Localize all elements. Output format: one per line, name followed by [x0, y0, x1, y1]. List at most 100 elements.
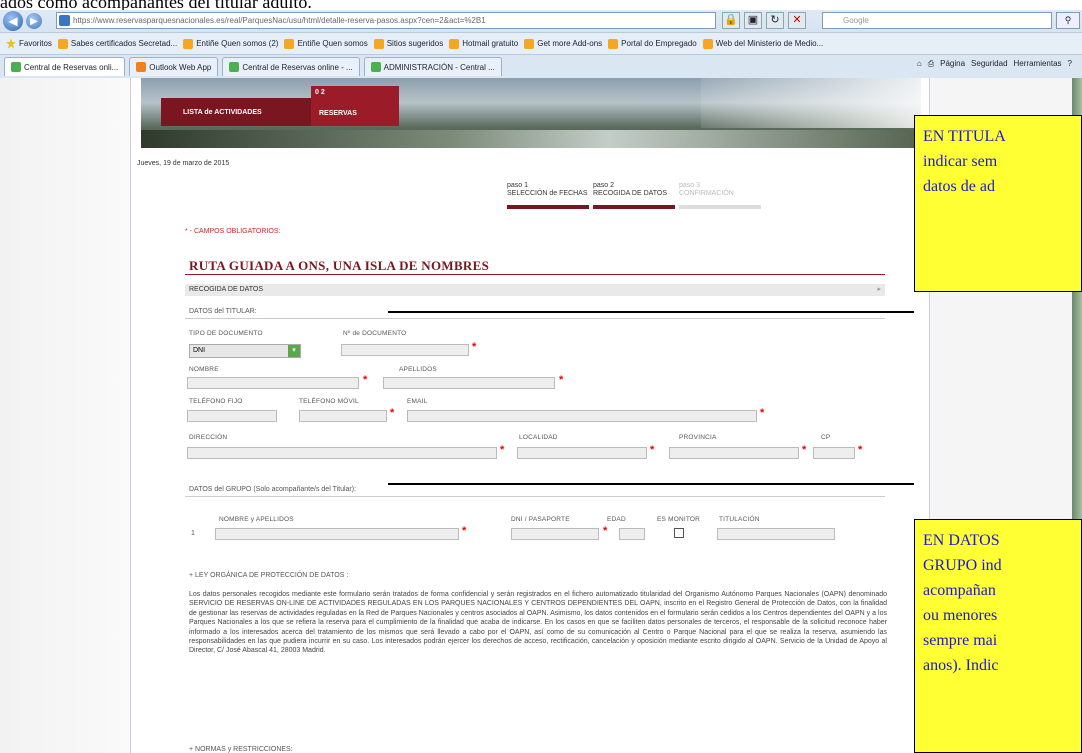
favorite-link[interactable]: Hotmail gratuito — [449, 38, 518, 49]
lock-icon[interactable]: 🔒 — [722, 12, 740, 29]
step-bar — [507, 205, 589, 209]
step-number: paso 1 — [507, 182, 529, 189]
annotation-arrow — [388, 311, 914, 313]
collapse-icon[interactable]: ▸ — [877, 284, 881, 296]
page-menu[interactable]: Página — [940, 59, 965, 69]
note-line: ou menores — [923, 607, 998, 624]
section-grupo: DATOS del GRUPO (Solo acompañante/s del … — [189, 486, 357, 493]
page-margin-left — [0, 78, 130, 753]
grupo-dni-input[interactable] — [511, 528, 599, 540]
tab-reservas-1[interactable]: Central de Reservas onli... — [4, 57, 126, 76]
telefono-fijo-input[interactable] — [187, 410, 277, 422]
favorite-label: Entiñe Quen somos (2) — [196, 39, 279, 48]
nav-label: RESERVAS — [319, 110, 357, 117]
label-num-documento: Nº de DOCUMENTO — [343, 330, 407, 337]
security-menu[interactable]: Seguridad — [971, 59, 1007, 69]
tab-reservas-2[interactable]: Central de Reservas online - ... — [222, 57, 360, 76]
required-note: * - CAMPOS OBLIGATORIOS: — [185, 228, 281, 235]
section-titular: DATOS del TITULAR: — [189, 308, 257, 315]
provincia-input[interactable] — [669, 447, 799, 459]
nav-number: 0 2 — [315, 89, 325, 96]
address-bar-row: ◀ ▶ https://www.reservasparquesnacionale… — [0, 10, 1082, 32]
lopd-heading[interactable]: + LEY ORGÁNICA DE PROTECCIÓN DE DATOS : — [189, 572, 348, 579]
step-bar — [679, 205, 761, 209]
direccion-input[interactable] — [187, 447, 497, 459]
compat-icon[interactable]: ▣ — [744, 12, 762, 29]
link-icon — [183, 38, 194, 49]
header-edad: EDAD — [607, 516, 626, 523]
help-icon[interactable]: ? — [1068, 59, 1072, 69]
section-divider — [185, 318, 885, 319]
chevron-down-icon[interactable]: ▾ — [288, 345, 300, 357]
grupo-edad-input[interactable] — [619, 528, 645, 540]
favorite-link[interactable]: Portal do Empregado — [608, 38, 697, 49]
es-monitor-checkbox[interactable] — [674, 528, 684, 538]
required-asterisk: * — [363, 374, 368, 386]
required-asterisk: * — [603, 525, 608, 537]
label-telefono-fijo: TELÉFONO FIJO — [189, 398, 243, 405]
tab-icon — [229, 62, 240, 72]
favorites-button[interactable]: Favoritos — [6, 38, 52, 49]
favorite-link[interactable]: Web del Ministerio de Medio... — [702, 38, 823, 49]
grupo-titulacion-input[interactable] — [717, 528, 835, 540]
localidad-input[interactable] — [517, 447, 647, 459]
address-field[interactable]: https://www.reservasparquesnacionales.es… — [56, 12, 716, 29]
telefono-movil-input[interactable] — [299, 410, 387, 422]
label-apellidos: APELLIDOS — [399, 366, 437, 373]
favorite-link[interactable]: Sitios sugeridos — [373, 38, 443, 49]
favorite-link[interactable]: Entiñe Quen somos (2) — [183, 38, 279, 49]
tab-label: Central de Reservas online - ... — [242, 62, 353, 72]
tipo-documento-select[interactable]: DNI ▾ — [189, 344, 301, 358]
nombre-input[interactable] — [187, 377, 359, 389]
home-icon[interactable]: ⌂ — [917, 59, 922, 69]
back-icon[interactable]: ◀ — [3, 11, 23, 31]
annotation-arrow — [388, 483, 914, 485]
tab-outlook[interactable]: Outlook Web App — [129, 57, 219, 76]
section-recogida[interactable]: RECOGIDA DE DATOS ▸ — [185, 284, 885, 296]
search-icon[interactable]: ⚲ — [1056, 12, 1080, 29]
section-divider — [185, 496, 885, 497]
label-localidad: LOCALIDAD — [519, 434, 558, 441]
favorite-link[interactable]: Sabes certificados Secretad... — [57, 38, 177, 49]
favorite-link[interactable]: Entiñe Quen somos — [284, 38, 368, 49]
tools-menu[interactable]: Herramientas — [1014, 59, 1062, 69]
required-asterisk: * — [858, 444, 863, 456]
favorites-bar: Favoritos Sabes certificados Secretad...… — [0, 32, 1082, 54]
label-nombre: NOMBRE — [189, 366, 219, 373]
email-input[interactable] — [407, 410, 757, 422]
tab-label: ADMINISTRACIÓN - Central ... — [383, 62, 495, 72]
tab-administracion[interactable]: ADMINISTRACIÓN - Central ... — [363, 57, 502, 76]
stop-icon[interactable]: ✕ — [788, 12, 806, 29]
favorite-link[interactable]: Get more Add-ons — [524, 38, 603, 49]
print-icon[interactable]: ⎙ — [928, 59, 934, 69]
label-telefono-movil: TELÉFONO MÓVIL — [299, 398, 359, 405]
step-number: paso 3 — [679, 182, 701, 189]
normas-heading[interactable]: + NORMAS y RESTRICCIONES: — [189, 746, 293, 753]
cp-input[interactable] — [813, 447, 855, 459]
grupo-nombre-input[interactable] — [215, 528, 459, 540]
browser-chrome: ◀ ▶ https://www.reservasparquesnacionale… — [0, 10, 1082, 78]
required-asterisk: * — [472, 341, 477, 353]
link-icon — [608, 38, 619, 49]
annotation-note-titular: EN TITULA indicar sem datos de ad — [914, 115, 1082, 292]
label-direccion: DIRECCIÓN — [189, 434, 228, 441]
command-bar: ⌂ ⎙ Página Seguridad Herramientas ? — [917, 59, 1072, 69]
search-input[interactable]: Google — [822, 12, 1052, 29]
label-tipo-documento: TIPO DE DOCUMENTO — [189, 330, 263, 337]
step-2: paso 2 RECOGIDA DE DATOS — [593, 182, 675, 209]
refresh-icon[interactable]: ↻ — [766, 12, 784, 29]
forward-icon[interactable]: ▶ — [26, 13, 42, 29]
favorite-label: Portal do Empregado — [621, 39, 697, 48]
label-cp: CP — [821, 434, 831, 441]
favorite-label: Get more Add-ons — [537, 39, 603, 48]
nav-reservas[interactable]: 0 2 RESERVAS — [311, 86, 399, 126]
note-line: acompañan — [923, 582, 996, 599]
link-icon — [524, 38, 535, 49]
banner-highlight — [701, 78, 921, 128]
address-tools: 🔒 ▣ ↻ ✕ — [722, 12, 806, 29]
link-icon — [449, 38, 460, 49]
nav-lista-actividades[interactable]: LISTA de ACTIVIDADES — [161, 98, 311, 126]
num-documento-input[interactable] — [341, 344, 469, 356]
apellidos-input[interactable] — [383, 377, 555, 389]
header-titulacion: TITULACIÓN — [719, 516, 760, 523]
